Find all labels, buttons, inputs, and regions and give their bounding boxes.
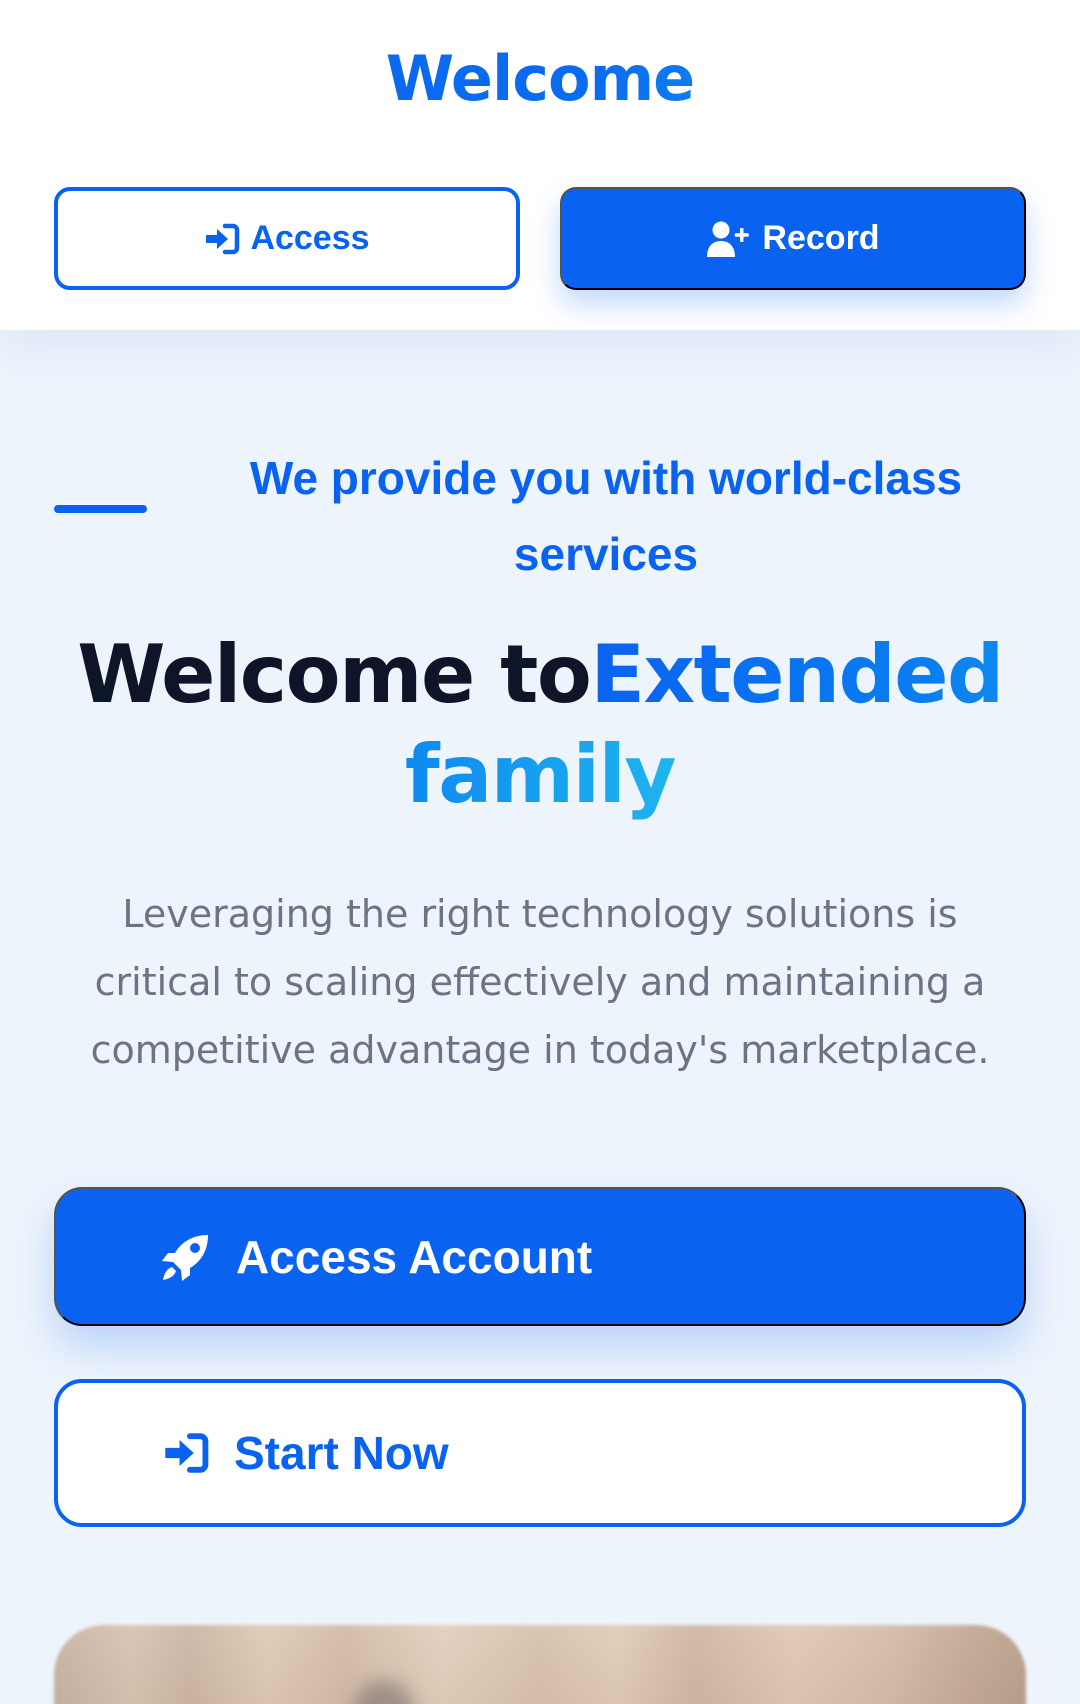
sign-in-icon bbox=[162, 1431, 210, 1475]
hero-title-prefix: Welcome to bbox=[77, 628, 592, 721]
hero-tagline: We provide you with world-class services bbox=[249, 452, 963, 580]
rocket-icon bbox=[160, 1231, 212, 1283]
sign-in-icon bbox=[204, 222, 240, 256]
brand-title: Welcome bbox=[0, 42, 1080, 115]
access-button-label: Access bbox=[250, 219, 370, 257]
start-now-button[interactable]: Start Now bbox=[54, 1379, 1026, 1527]
hero-image bbox=[54, 1625, 1026, 1704]
record-button[interactable]: Record bbox=[560, 187, 1026, 290]
hero-title: Welcome toExtended family bbox=[30, 625, 1050, 825]
access-account-button[interactable]: Access Account bbox=[54, 1187, 1026, 1326]
hero-description: Leveraging the right technology solution… bbox=[90, 892, 990, 1072]
record-button-label: Record bbox=[762, 219, 880, 257]
accent-line bbox=[54, 505, 147, 513]
top-header: Welcome Access Record bbox=[0, 0, 1080, 330]
start-now-label: Start Now bbox=[234, 1427, 449, 1479]
user-plus-icon bbox=[706, 220, 752, 258]
access-button[interactable]: Access bbox=[54, 187, 520, 290]
access-account-label: Access Account bbox=[236, 1230, 593, 1283]
